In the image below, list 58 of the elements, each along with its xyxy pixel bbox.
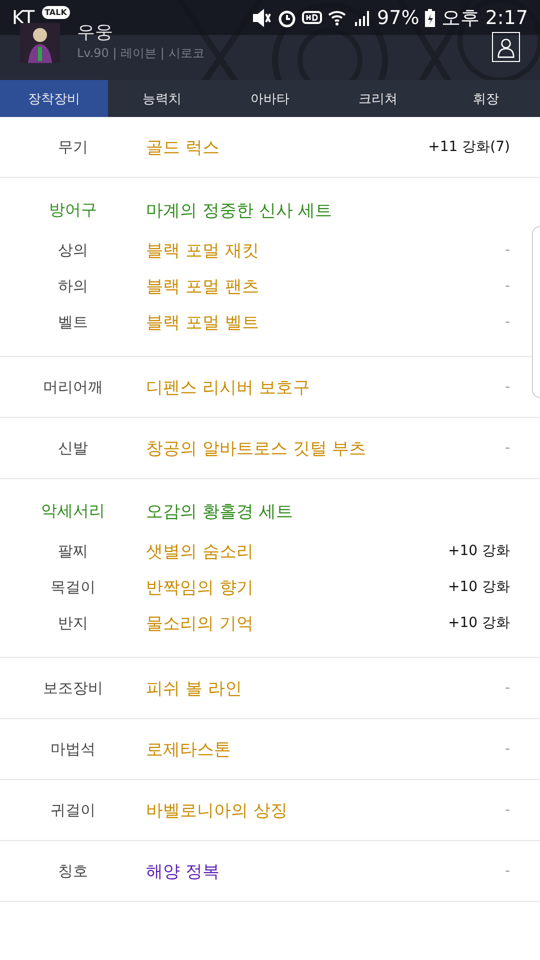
enhancement-value: - bbox=[504, 802, 510, 818]
profile-button[interactable] bbox=[492, 32, 520, 62]
item-name: 골드 럭스 bbox=[146, 136, 220, 158]
slot-label: 칭호 bbox=[57, 862, 89, 880]
set-name: 마계의 정중한 신사 세트 bbox=[146, 200, 334, 222]
enhancement-value: - bbox=[504, 741, 510, 757]
item-name: 피쉬 볼 라인 bbox=[146, 678, 243, 700]
tab[interactable]: 장착장비 bbox=[0, 80, 108, 117]
enhancement-value: - bbox=[504, 863, 510, 879]
chat-notification-icon: TALK bbox=[42, 6, 70, 19]
tab[interactable]: 아바타 bbox=[216, 80, 324, 117]
slot-label: 하의 bbox=[57, 276, 89, 296]
category-label: 악세서리 bbox=[40, 500, 106, 522]
item-name: 블랙 포멀 팬츠 bbox=[146, 276, 260, 298]
character-avatar-icon bbox=[20, 22, 60, 64]
slot-label: 마법석 bbox=[50, 740, 96, 758]
enhancement-value: - bbox=[504, 278, 510, 294]
category-label: 방어구 bbox=[48, 200, 98, 220]
item-name: 바벨로니아의 상징 bbox=[146, 800, 288, 822]
slot-label: 귀걸이 bbox=[50, 800, 96, 820]
slot-label: 머리어깨 bbox=[42, 378, 104, 396]
set-name: 오감의 황홀경 세트 bbox=[146, 500, 294, 522]
enhancement-value: - bbox=[504, 440, 510, 456]
slot-label: 목걸이 bbox=[50, 578, 96, 596]
item-name: 창공의 알바트로스 깃털 부츠 bbox=[146, 438, 368, 460]
enhancement-value: - bbox=[504, 242, 510, 258]
enhancement-value: +10 강화 bbox=[448, 614, 510, 632]
mute-icon bbox=[252, 8, 272, 28]
enhancement-value: - bbox=[504, 379, 510, 395]
item-name: 샛별의 숨소리 bbox=[146, 540, 254, 562]
item-name: 반짝임의 향기 bbox=[146, 576, 254, 598]
character-info: Lv.90 | 레이븐 | 시로코 bbox=[77, 45, 206, 62]
slot-label: 팔찌 bbox=[57, 542, 89, 560]
item-name: 블랙 포멀 재킷 bbox=[146, 240, 260, 262]
slot-label: 무기 bbox=[57, 138, 89, 156]
slot-label: 반지 bbox=[57, 614, 89, 632]
tab[interactable]: 휘장 bbox=[432, 80, 540, 117]
slot-label: 벨트 bbox=[57, 312, 89, 332]
item-name: 로제타스톤 bbox=[146, 738, 232, 760]
slot-label: 상의 bbox=[57, 240, 89, 260]
enhancement-value: +11 강화(7) bbox=[428, 138, 510, 156]
enhancement-value: - bbox=[504, 680, 510, 696]
battery-percentage: 97% bbox=[377, 6, 420, 28]
enhancement-value: - bbox=[504, 314, 510, 330]
slot-label: 보조장비 bbox=[42, 678, 104, 698]
enhancement-value: +10 강화 bbox=[448, 542, 510, 560]
item-name: 물소리의 기억 bbox=[146, 612, 254, 634]
item-name: 디펜스 리시버 보호구 bbox=[146, 376, 311, 398]
item-name: 블랙 포멀 벨트 bbox=[146, 312, 260, 334]
clock: 오후 2:17 bbox=[441, 6, 528, 30]
slot-label: 신발 bbox=[57, 438, 89, 458]
tab[interactable]: 능력치 bbox=[108, 80, 216, 117]
carrier-name: KT bbox=[12, 6, 35, 28]
item-name: 해양 정복 bbox=[146, 860, 220, 882]
tab[interactable]: 크리쳐 bbox=[324, 80, 432, 117]
enhancement-value: +10 강화 bbox=[448, 578, 510, 596]
character-name: 우웅 bbox=[77, 22, 114, 44]
battery-charging-icon bbox=[424, 8, 436, 28]
